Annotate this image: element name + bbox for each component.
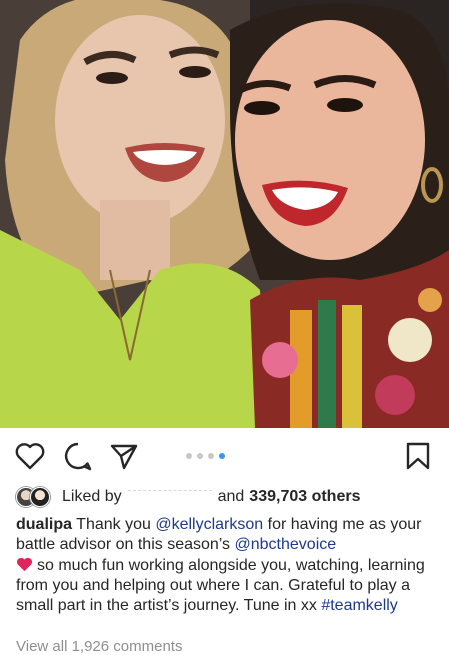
post-caption: dualipa Thank you @kellyclarkson for hav…	[16, 515, 434, 616]
bookmark-icon[interactable]	[402, 440, 434, 472]
action-bar	[0, 428, 449, 484]
carousel-dot	[186, 453, 192, 459]
hashtag-link[interactable]: #teamkelly	[321, 597, 397, 614]
carousel-dot-active	[219, 453, 225, 459]
caption-username[interactable]: dualipa	[16, 516, 72, 533]
liked-by-label: Liked by	[62, 488, 122, 505]
avatar	[30, 487, 50, 507]
caption-text: Thank you	[76, 516, 151, 533]
selfie-illustration	[0, 0, 449, 428]
comment-bubble-icon[interactable]	[62, 440, 94, 472]
red-heart-icon	[17, 557, 32, 571]
mention-link[interactable]: @nbcthevoice	[235, 536, 337, 553]
redacted-username	[127, 489, 212, 505]
liker-avatars[interactable]	[16, 487, 56, 507]
carousel-indicator	[186, 453, 225, 459]
paper-plane-icon[interactable]	[108, 440, 140, 472]
post-photo[interactable]	[0, 0, 449, 428]
likes-and-label: and	[217, 488, 245, 505]
carousel-dot	[208, 453, 214, 459]
heart-outline-icon[interactable]	[14, 440, 46, 472]
likes-row: Liked by and 339,703 others	[16, 486, 436, 508]
carousel-dot	[197, 453, 203, 459]
likes-count[interactable]: 339,703 others	[249, 488, 360, 506]
mention-link[interactable]: @kellyclarkson	[155, 516, 263, 533]
